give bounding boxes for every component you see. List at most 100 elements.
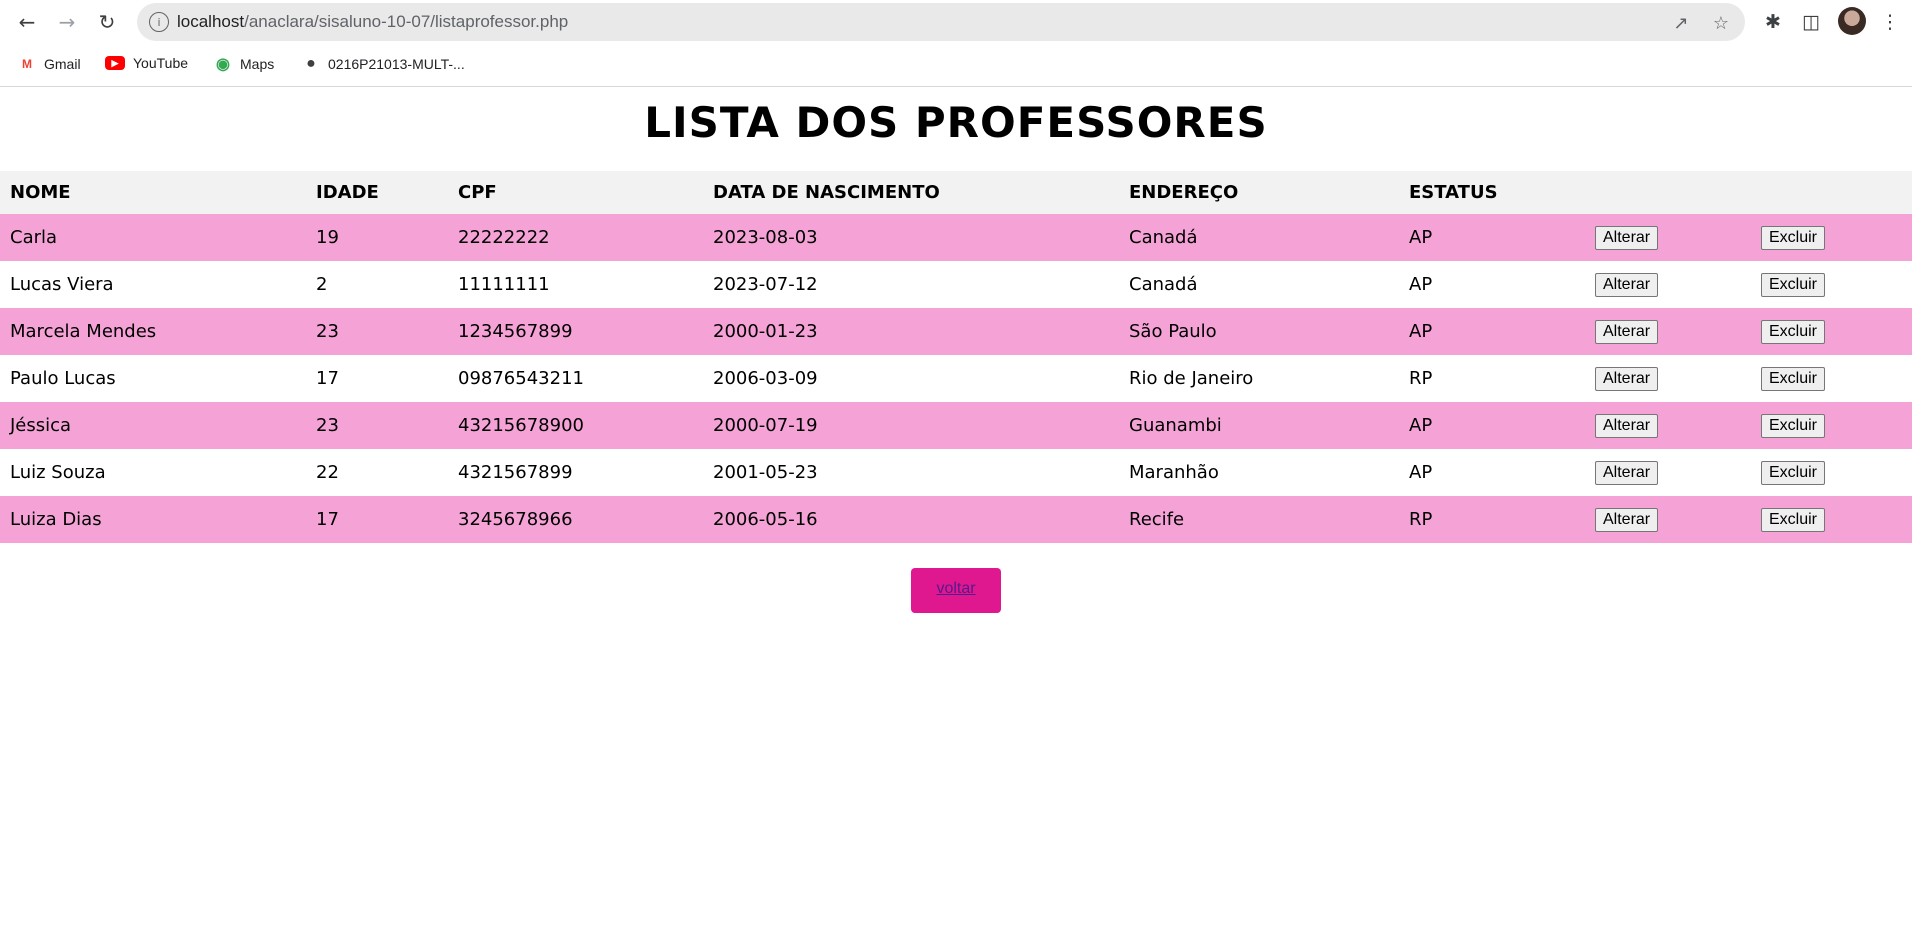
excluir-button[interactable]: Excluir xyxy=(1761,272,1826,297)
cell-endereco: Maranhão xyxy=(1119,449,1399,496)
cell-endereco: Guanambi xyxy=(1119,402,1399,449)
cell-cpf: 11111111 xyxy=(448,261,703,308)
excluir-button[interactable]: Excluir xyxy=(1761,460,1826,485)
excluir-button[interactable]: Excluir xyxy=(1761,366,1826,391)
cell-edit: Alterar xyxy=(1585,496,1751,543)
cell-estatus: AP xyxy=(1399,449,1585,496)
cell-idade: 19 xyxy=(306,214,448,261)
menu-kebab-icon[interactable]: ⋮ xyxy=(1876,8,1904,36)
cell-delete: Excluir xyxy=(1751,496,1912,543)
cell-nome: Jéssica xyxy=(0,402,306,449)
maps-icon: ◉ xyxy=(216,56,230,73)
cell-edit: Alterar xyxy=(1585,308,1751,355)
cell-estatus: RP xyxy=(1399,355,1585,402)
cell-estatus: AP xyxy=(1399,308,1585,355)
cell-delete: Excluir xyxy=(1751,402,1912,449)
alterar-button[interactable]: Alterar xyxy=(1595,272,1659,297)
bookmark-label: Gmail xyxy=(44,56,81,72)
header-nome: NOME xyxy=(0,171,306,214)
cell-nascimento: 2001-05-23 xyxy=(703,449,1119,496)
side-panel-icon[interactable]: ◫ xyxy=(1797,8,1825,36)
table-row: Marcela Mendes 23 1234567899 2000-01-23 … xyxy=(0,308,1912,355)
cell-delete: Excluir xyxy=(1751,355,1912,402)
cell-edit: Alterar xyxy=(1585,214,1751,261)
header-idade: IDADE xyxy=(306,171,448,214)
cell-estatus: AP xyxy=(1399,402,1585,449)
alterar-button[interactable]: Alterar xyxy=(1595,413,1659,438)
globe-icon: ● xyxy=(306,55,316,72)
excluir-button[interactable]: Excluir xyxy=(1761,225,1826,250)
cell-nome: Luiza Dias xyxy=(0,496,306,543)
alterar-button[interactable]: Alterar xyxy=(1595,225,1659,250)
cell-delete: Excluir xyxy=(1751,308,1912,355)
cell-nascimento: 2023-07-12 xyxy=(703,261,1119,308)
table-row: Luiz Souza 22 4321567899 2001-05-23 Mara… xyxy=(0,449,1912,496)
table-row: Lucas Viera 2 11111111 2023-07-12 Canadá… xyxy=(0,261,1912,308)
cell-idade: 17 xyxy=(306,355,448,402)
alterar-button[interactable]: Alterar xyxy=(1595,460,1659,485)
profile-avatar[interactable] xyxy=(1838,7,1866,35)
alterar-button[interactable]: Alterar xyxy=(1595,366,1659,391)
reload-icon[interactable]: ↻ xyxy=(93,8,121,36)
excluir-button[interactable]: Excluir xyxy=(1761,413,1826,438)
bookmark-label: Maps xyxy=(240,56,275,72)
header-endereco: ENDEREÇO xyxy=(1119,171,1399,214)
cell-idade: 17 xyxy=(306,496,448,543)
youtube-icon: ▶ xyxy=(105,56,125,70)
bookmark-youtube[interactable]: ▶ YouTube xyxy=(105,55,188,71)
cell-endereco: Recife xyxy=(1119,496,1399,543)
header-estatus: ESTATUS xyxy=(1399,171,1585,214)
gmail-icon: M xyxy=(22,57,32,71)
share-icon[interactable]: ↗ xyxy=(1670,12,1692,34)
cell-nascimento: 2006-03-09 xyxy=(703,355,1119,402)
forward-arrow-icon[interactable]: → xyxy=(53,8,81,36)
cell-edit: Alterar xyxy=(1585,355,1751,402)
cell-nascimento: 2000-01-23 xyxy=(703,308,1119,355)
bookmark-gmail[interactable]: M Gmail xyxy=(18,55,81,73)
bookmark-label: YouTube xyxy=(133,55,189,71)
cell-cpf: 1234567899 xyxy=(448,308,703,355)
url-host: localhost xyxy=(177,12,245,31)
url-path: /anaclara/sisaluno-10-07/listaprofessor.… xyxy=(244,12,569,31)
cell-endereco: São Paulo xyxy=(1119,308,1399,355)
back-button-container: voltar xyxy=(0,568,1912,613)
cell-endereco: Canadá xyxy=(1119,214,1399,261)
table-row: Luiza Dias 17 3245678966 2006-05-16 Reci… xyxy=(0,496,1912,543)
cell-estatus: AP xyxy=(1399,214,1585,261)
address-bar[interactable]: i localhost/anaclara/sisaluno-10-07/list… xyxy=(137,3,1745,41)
header-nascimento: DATA DE NASCIMENTO xyxy=(703,171,1119,214)
cell-nome: Lucas Viera xyxy=(0,261,306,308)
extensions-icon[interactable]: ✱ xyxy=(1759,8,1787,36)
excluir-button[interactable]: Excluir xyxy=(1761,507,1826,532)
cell-nome: Carla xyxy=(0,214,306,261)
header-delete xyxy=(1751,171,1912,214)
bookmark-maps[interactable]: ◉ Maps xyxy=(214,55,274,73)
cell-nome: Marcela Mendes xyxy=(0,308,306,355)
excluir-button[interactable]: Excluir xyxy=(1761,319,1826,344)
cell-cpf: 4321567899 xyxy=(448,449,703,496)
site-info-icon[interactable]: i xyxy=(149,12,169,32)
browser-toolbar: ← → ↻ i localhost/anaclara/sisaluno-10-0… xyxy=(0,0,1912,43)
table-row: Paulo Lucas 17 09876543211 2006-03-09 Ri… xyxy=(0,355,1912,402)
cell-idade: 22 xyxy=(306,449,448,496)
cell-edit: Alterar xyxy=(1585,449,1751,496)
table-header-row: NOME IDADE CPF DATA DE NASCIMENTO ENDERE… xyxy=(0,171,1912,214)
alterar-button[interactable]: Alterar xyxy=(1595,319,1659,344)
voltar-link[interactable]: voltar xyxy=(911,568,1001,613)
cell-idade: 2 xyxy=(306,261,448,308)
cell-cpf: 43215678900 xyxy=(448,402,703,449)
cell-idade: 23 xyxy=(306,308,448,355)
cell-nascimento: 2000-07-19 xyxy=(703,402,1119,449)
alterar-button[interactable]: Alterar xyxy=(1595,507,1659,532)
url-text[interactable]: localhost/anaclara/sisaluno-10-07/listap… xyxy=(177,12,568,32)
table-row: Jéssica 23 43215678900 2000-07-19 Guanam… xyxy=(0,402,1912,449)
cell-nascimento: 2023-08-03 xyxy=(703,214,1119,261)
header-edit xyxy=(1585,171,1751,214)
page-title: LISTA DOS PROFESSORES xyxy=(644,98,1268,147)
cell-cpf: 3245678966 xyxy=(448,496,703,543)
cell-endereco: Canadá xyxy=(1119,261,1399,308)
bookmark-star-icon[interactable]: ☆ xyxy=(1710,12,1732,34)
back-arrow-icon[interactable]: ← xyxy=(13,8,41,36)
cell-nome: Paulo Lucas xyxy=(0,355,306,402)
bookmark-mult[interactable]: ● 0216P21013-MULT-... xyxy=(302,55,465,73)
